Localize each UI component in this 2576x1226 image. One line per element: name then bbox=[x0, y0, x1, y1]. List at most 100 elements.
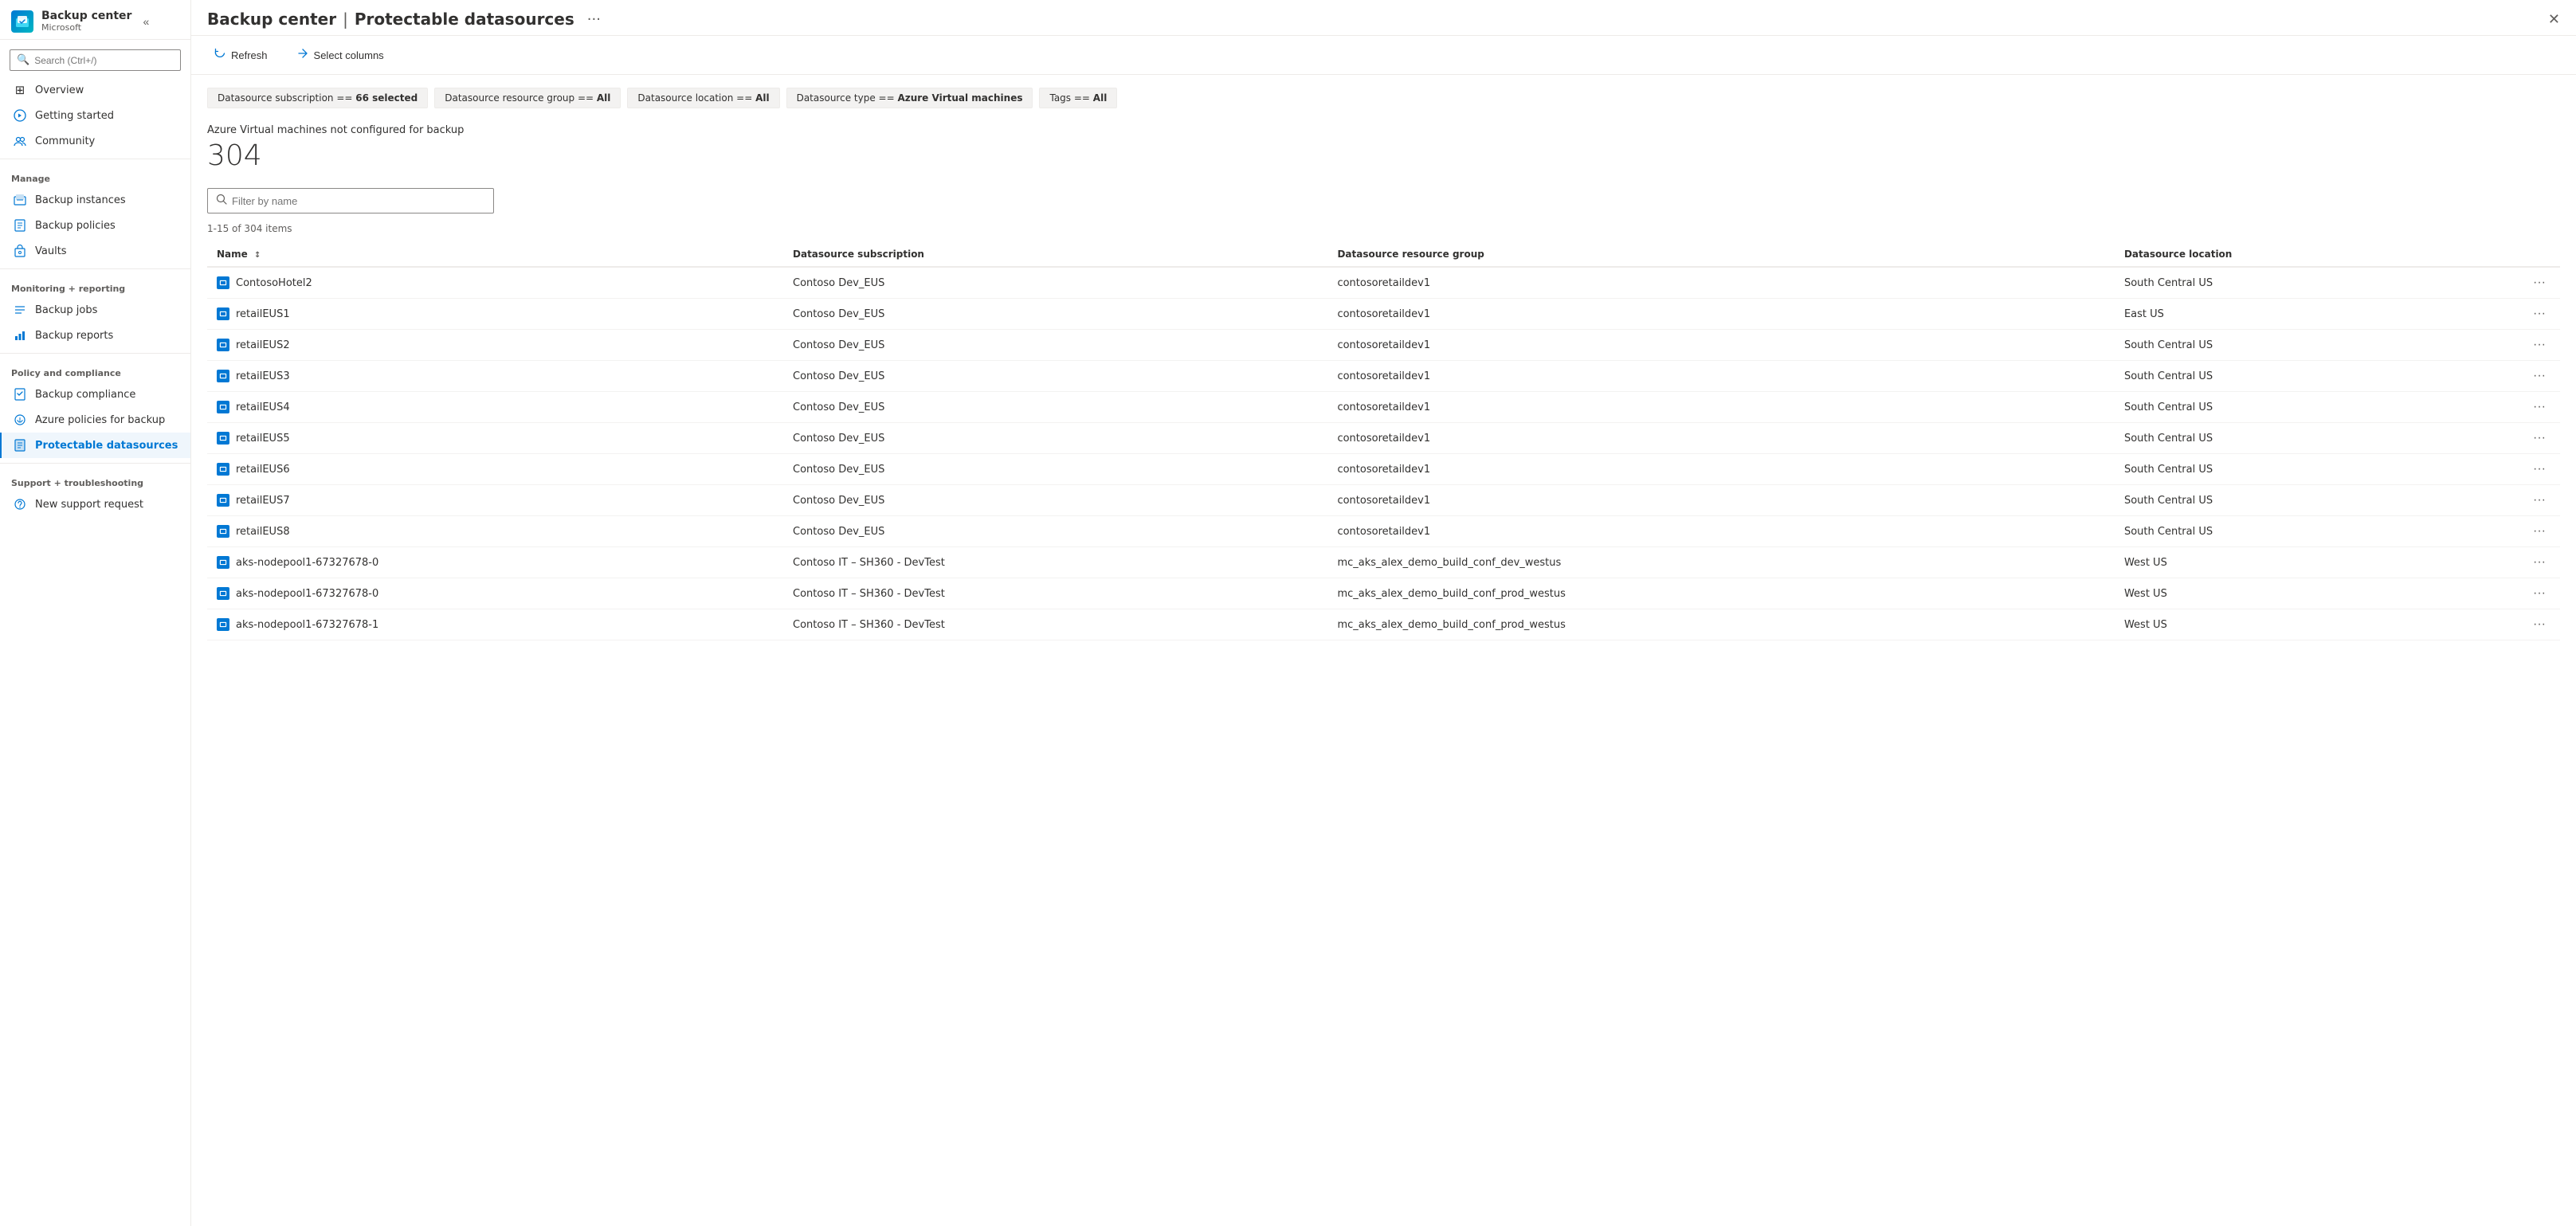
cell-location: South Central US bbox=[2115, 423, 2519, 454]
cell-location: South Central US bbox=[2115, 361, 2519, 392]
row-more-button[interactable]: ··· bbox=[2528, 274, 2551, 292]
close-button[interactable]: ✕ bbox=[2548, 11, 2560, 28]
cell-more: ··· bbox=[2519, 578, 2560, 609]
refresh-label: Refresh bbox=[231, 49, 268, 61]
cell-subscription: Contoso Dev_EUS bbox=[783, 330, 1327, 361]
nav-getting-started[interactable]: Getting started bbox=[0, 103, 190, 128]
vm-icon bbox=[217, 525, 229, 538]
cell-resource-group: mc_aks_alex_demo_build_conf_dev_westus bbox=[1327, 547, 2115, 578]
cell-more: ··· bbox=[2519, 454, 2560, 485]
nav-backup-compliance[interactable]: Backup compliance bbox=[0, 382, 190, 407]
filter-by-name-input[interactable] bbox=[232, 195, 485, 207]
table-row: retailEUS8 Contoso Dev_EUS contosoretail… bbox=[207, 516, 2560, 547]
nav-protectable-datasources[interactable]: Protectable datasources bbox=[0, 433, 190, 458]
row-more-button[interactable]: ··· bbox=[2528, 492, 2551, 509]
backup-compliance-icon bbox=[13, 387, 27, 401]
select-columns-label: Select columns bbox=[314, 49, 384, 61]
table-row: aks-nodepool1-67327678-0 Contoso IT – SH… bbox=[207, 547, 2560, 578]
collapse-button[interactable]: « bbox=[143, 15, 149, 28]
cell-location: South Central US bbox=[2115, 485, 2519, 516]
table-search-box[interactable] bbox=[207, 188, 494, 213]
nav-vaults[interactable]: Vaults bbox=[0, 238, 190, 264]
cell-more: ··· bbox=[2519, 485, 2560, 516]
cell-more: ··· bbox=[2519, 392, 2560, 423]
row-more-button[interactable]: ··· bbox=[2528, 398, 2551, 416]
table-row: retailEUS6 Contoso Dev_EUS contosoretail… bbox=[207, 454, 2560, 485]
nav-backup-policies[interactable]: Backup policies bbox=[0, 213, 190, 238]
nav-backup-instances[interactable]: Backup instances bbox=[0, 187, 190, 213]
filter-type[interactable]: Datasource type == Azure Virtual machine… bbox=[786, 88, 1033, 108]
row-more-button[interactable]: ··· bbox=[2528, 616, 2551, 633]
nav-azure-policies[interactable]: Azure policies for backup bbox=[0, 407, 190, 433]
nav-community[interactable]: Community bbox=[0, 128, 190, 154]
row-more-button[interactable]: ··· bbox=[2528, 585, 2551, 602]
more-options-icon[interactable]: ··· bbox=[587, 11, 601, 28]
row-name: aks-nodepool1-67327678-0 bbox=[236, 588, 378, 600]
nav-label-backup-policies: Backup policies bbox=[35, 220, 116, 232]
nav-backup-jobs[interactable]: Backup jobs bbox=[0, 297, 190, 323]
cell-name: retailEUS5 bbox=[207, 423, 783, 454]
cell-subscription: Contoso Dev_EUS bbox=[783, 267, 1327, 299]
table-row: aks-nodepool1-67327678-1 Contoso IT – SH… bbox=[207, 609, 2560, 640]
row-name: retailEUS3 bbox=[236, 370, 290, 382]
refresh-button[interactable]: Refresh bbox=[207, 44, 274, 66]
nav-backup-reports[interactable]: Backup reports bbox=[0, 323, 190, 348]
manage-section-label: Manage bbox=[0, 164, 190, 187]
cell-resource-group: contosoretaildev1 bbox=[1327, 423, 2115, 454]
cell-name: retailEUS8 bbox=[207, 516, 783, 547]
cell-name: retailEUS7 bbox=[207, 485, 783, 516]
cell-name: ContosoHotel2 bbox=[207, 267, 783, 299]
search-input[interactable] bbox=[34, 55, 174, 66]
cell-subscription: Contoso Dev_EUS bbox=[783, 485, 1327, 516]
filter-resource-group[interactable]: Datasource resource group == All bbox=[434, 88, 621, 108]
table-row: retailEUS3 Contoso Dev_EUS contosoretail… bbox=[207, 361, 2560, 392]
table-row: ContosoHotel2 Contoso Dev_EUS contosoret… bbox=[207, 267, 2560, 299]
sort-icon-name[interactable]: ↕ bbox=[254, 251, 261, 260]
support-icon bbox=[13, 497, 27, 511]
row-more-button[interactable]: ··· bbox=[2528, 523, 2551, 540]
cell-subscription: Contoso Dev_EUS bbox=[783, 392, 1327, 423]
cell-subscription: Contoso IT – SH360 - DevTest bbox=[783, 578, 1327, 609]
row-more-button[interactable]: ··· bbox=[2528, 305, 2551, 323]
cell-more: ··· bbox=[2519, 361, 2560, 392]
nav-overview[interactable]: ⊞ Overview bbox=[0, 77, 190, 103]
filter-tags[interactable]: Tags == All bbox=[1039, 88, 1117, 108]
vm-icon bbox=[217, 276, 229, 289]
select-columns-icon bbox=[296, 47, 309, 63]
row-name: retailEUS4 bbox=[236, 401, 290, 413]
row-more-button[interactable]: ··· bbox=[2528, 460, 2551, 478]
backup-reports-icon bbox=[13, 328, 27, 343]
cell-subscription: Contoso IT – SH360 - DevTest bbox=[783, 609, 1327, 640]
policy-section-label: Policy and compliance bbox=[0, 358, 190, 382]
row-name: retailEUS2 bbox=[236, 339, 290, 351]
row-name: aks-nodepool1-67327678-0 bbox=[236, 557, 378, 569]
filter-location[interactable]: Datasource location == All bbox=[627, 88, 779, 108]
row-more-button[interactable]: ··· bbox=[2528, 554, 2551, 571]
vm-icon bbox=[217, 401, 229, 413]
cell-location: West US bbox=[2115, 547, 2519, 578]
cell-location: South Central US bbox=[2115, 454, 2519, 485]
row-more-button[interactable]: ··· bbox=[2528, 336, 2551, 354]
nav-label-getting-started: Getting started bbox=[35, 110, 114, 122]
cell-subscription: Contoso Dev_EUS bbox=[783, 516, 1327, 547]
cell-name: retailEUS3 bbox=[207, 361, 783, 392]
row-name: retailEUS1 bbox=[236, 308, 290, 320]
backup-instances-icon bbox=[13, 193, 27, 207]
sidebar-search-box[interactable]: 🔍 bbox=[10, 49, 181, 71]
cell-location: East US bbox=[2115, 299, 2519, 330]
search-icon: 🔍 bbox=[17, 54, 29, 66]
refresh-icon bbox=[214, 47, 226, 63]
row-name: aks-nodepool1-67327678-1 bbox=[236, 619, 378, 631]
row-more-button[interactable]: ··· bbox=[2528, 429, 2551, 447]
row-name: retailEUS8 bbox=[236, 526, 290, 538]
vm-icon bbox=[217, 587, 229, 600]
cell-name: retailEUS1 bbox=[207, 299, 783, 330]
select-columns-button[interactable]: Select columns bbox=[290, 44, 390, 66]
cell-subscription: Contoso Dev_EUS bbox=[783, 423, 1327, 454]
nav-new-support[interactable]: New support request bbox=[0, 492, 190, 517]
filter-subscription[interactable]: Datasource subscription == 66 selected bbox=[207, 88, 428, 108]
vm-icon bbox=[217, 432, 229, 445]
row-more-button[interactable]: ··· bbox=[2528, 367, 2551, 385]
protectable-datasources-icon bbox=[13, 438, 27, 452]
cell-resource-group: mc_aks_alex_demo_build_conf_prod_westus bbox=[1327, 609, 2115, 640]
